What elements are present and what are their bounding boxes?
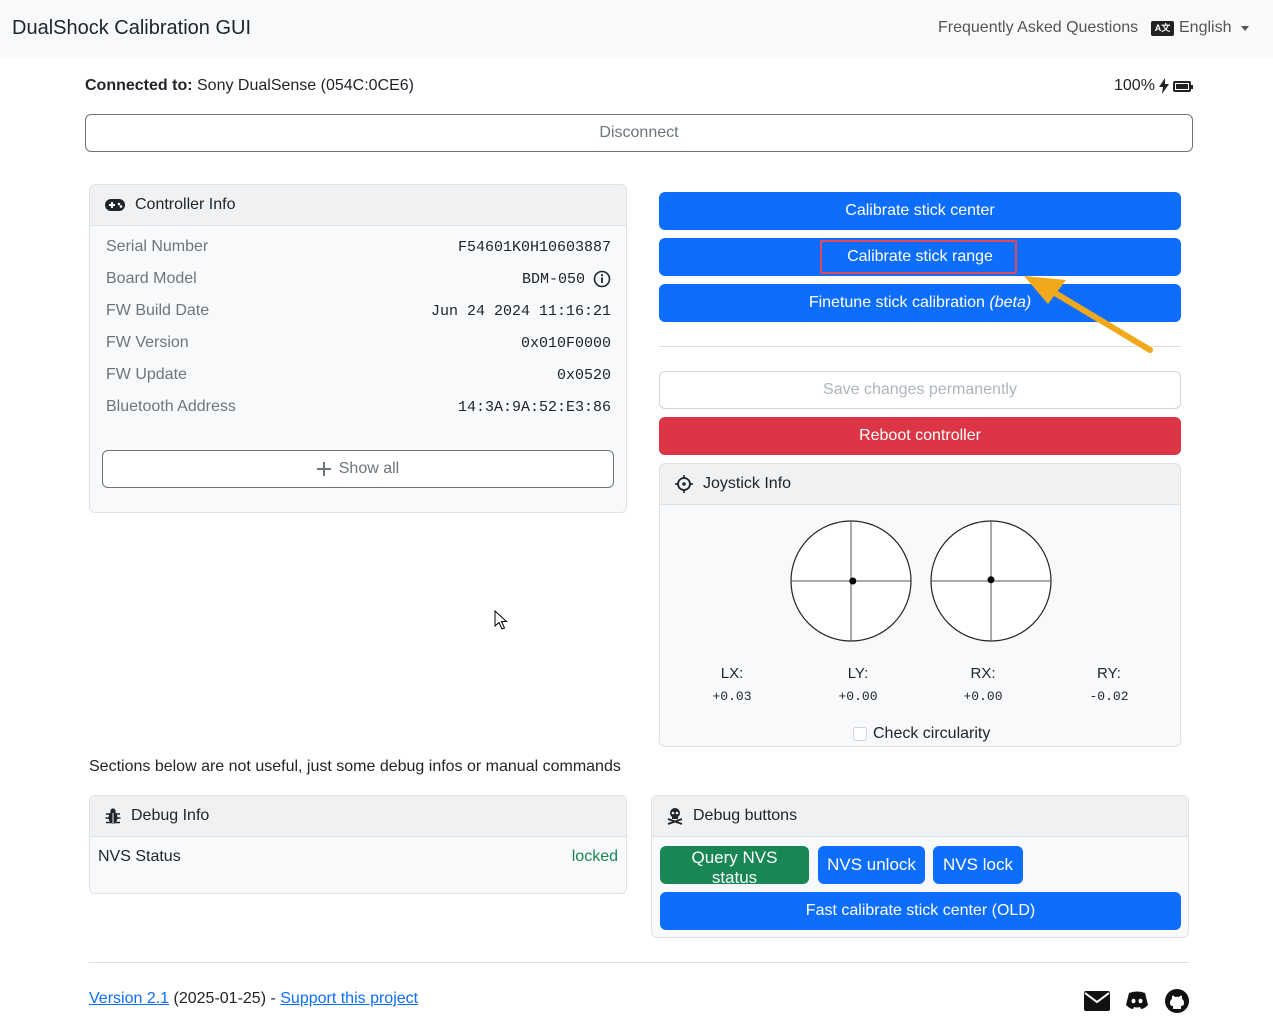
translate-icon: A文 xyxy=(1151,20,1174,36)
ry-label: RY: xyxy=(1097,665,1121,682)
nvs-status-value: locked xyxy=(571,848,618,865)
github-icon[interactable] xyxy=(1165,989,1189,1013)
bug-icon xyxy=(105,808,121,824)
connection-status: Connected to: Sony DualSense (054C:0CE6) xyxy=(85,77,414,95)
save-changes-button[interactable]: Save changes permanently xyxy=(659,371,1181,409)
rx-value: +0.00 xyxy=(963,689,1003,704)
info-row-serial: Serial Number F54601K0H10603887 xyxy=(106,235,611,259)
check-circularity-checkbox[interactable] xyxy=(853,727,867,741)
mouse-cursor-icon xyxy=(494,610,508,630)
info-row-fw-version: FW Version 0x010F0000 xyxy=(106,331,611,355)
rx-label: RX: xyxy=(970,665,996,682)
show-all-label: Show all xyxy=(338,460,400,477)
controller-info-title: Controller Info xyxy=(135,196,236,213)
info-label: FW Version xyxy=(106,334,189,351)
battery-percent: 100% xyxy=(1114,77,1155,94)
gamepad-icon xyxy=(105,199,125,211)
show-all-button[interactable]: Show all xyxy=(102,450,614,488)
skull-crossbones-icon xyxy=(667,808,683,825)
info-label: Bluetooth Address xyxy=(106,398,236,415)
debug-buttons-title: Debug buttons xyxy=(693,807,798,824)
language-dropdown[interactable]: A文 English xyxy=(1151,19,1250,37)
info-row-bluetooth-address: Bluetooth Address 14:3A:9A:52:E3:86 xyxy=(106,395,611,419)
reboot-controller-button[interactable]: Reboot controller xyxy=(659,417,1181,455)
navbar: DualShock Calibration GUI Frequently Ask… xyxy=(0,0,1273,58)
release-date: (2025-01-25) xyxy=(173,990,267,1007)
highlight-box xyxy=(820,240,1017,274)
footer-separator: - xyxy=(270,990,276,1007)
left-stick-position-dot xyxy=(849,577,857,585)
debug-buttons-header: Debug buttons xyxy=(652,796,1188,837)
connected-label: Connected to: xyxy=(85,77,193,94)
query-nvs-status-button[interactable]: Query NVS status xyxy=(660,846,809,887)
controller-info-header: Controller Info xyxy=(90,185,626,226)
joystick-info-card: Joystick Info LX: LY: RX: RY: +0.03 +0.0… xyxy=(659,463,1181,747)
support-link[interactable]: Support this project xyxy=(280,990,418,1007)
debug-info-card: Debug Info NVS Status locked xyxy=(89,795,627,894)
debug-note: Sections below are not useful, just some… xyxy=(89,758,621,775)
battery-status: 100% xyxy=(1114,77,1193,95)
joystick-info-title: Joystick Info xyxy=(703,475,792,492)
joystick-info-header: Joystick Info xyxy=(660,464,1180,505)
language-label: English xyxy=(1179,19,1232,36)
version-link[interactable]: Version 2.1 xyxy=(89,990,169,1007)
discord-icon[interactable] xyxy=(1125,990,1149,1012)
chevron-down-icon xyxy=(1241,25,1250,31)
ly-label: LY: xyxy=(847,665,869,682)
debug-buttons-card: Debug buttons Query NVS status NVS unloc… xyxy=(651,795,1189,938)
info-circle-icon[interactable] xyxy=(593,270,611,288)
app-title[interactable]: DualShock Calibration GUI xyxy=(12,17,251,40)
check-circularity-label: Check circularity xyxy=(873,725,991,742)
nvs-status-label: NVS Status xyxy=(98,848,181,865)
battery-icon xyxy=(1172,80,1193,92)
crosshair-icon xyxy=(675,475,693,493)
nvs-lock-button[interactable]: NVS lock xyxy=(933,846,1023,884)
info-value: F54601K0H10603887 xyxy=(457,238,611,256)
info-value: 0x0520 xyxy=(556,366,611,384)
debug-info-header: Debug Info xyxy=(90,796,626,837)
info-value-with-icon: BDM-050 xyxy=(522,270,611,288)
battery-level-fill xyxy=(1175,83,1188,89)
ly-value: +0.00 xyxy=(838,689,878,704)
finetune-label: Finetune stick calibration xyxy=(808,294,985,311)
annotation-arrow-icon xyxy=(1024,276,1153,353)
disconnect-button[interactable]: Disconnect xyxy=(85,114,1193,152)
faq-link[interactable]: Frequently Asked Questions xyxy=(938,19,1138,37)
info-value: Jun 24 2024 11:16:21 xyxy=(430,302,611,320)
footer-text: Version 2.1 (2025-01-25) - Support this … xyxy=(89,990,418,1008)
info-label: FW Build Date xyxy=(106,302,210,319)
lx-value: +0.03 xyxy=(712,689,752,704)
left-stick-plot xyxy=(790,520,912,642)
email-icon[interactable] xyxy=(1084,991,1110,1011)
info-row-board-model: Board Model BDM-050 xyxy=(106,267,611,291)
info-label: FW Update xyxy=(106,366,187,383)
info-row-fw-update: FW Update 0x0520 xyxy=(106,363,611,387)
device-name: Sony DualSense (054C:0CE6) xyxy=(197,77,415,94)
board-model-value: BDM-050 xyxy=(521,270,585,288)
info-label: Serial Number xyxy=(106,238,209,255)
info-value: 14:3A:9A:52:E3:86 xyxy=(457,398,611,416)
controller-info-card: Controller Info Serial Number F54601K0H1… xyxy=(89,184,627,513)
fast-calibrate-stick-center-button[interactable]: Fast calibrate stick center (OLD) xyxy=(660,892,1181,930)
info-row-fw-build-date: FW Build Date Jun 24 2024 11:16:21 xyxy=(106,299,611,323)
lx-label: LX: xyxy=(720,665,744,682)
nvs-unlock-button[interactable]: NVS unlock xyxy=(818,846,925,884)
charging-bolt-icon xyxy=(1158,78,1169,94)
plus-icon xyxy=(316,462,331,476)
info-label: Board Model xyxy=(106,270,197,287)
info-value: 0x010F0000 xyxy=(520,334,611,352)
check-circularity-control[interactable]: Check circularity xyxy=(853,725,990,743)
ry-value: -0.02 xyxy=(1089,689,1129,704)
footer-divider xyxy=(89,962,1189,963)
right-stick-position-dot xyxy=(987,576,995,584)
debug-info-title: Debug Info xyxy=(131,807,210,824)
nvs-status-row: NVS Status locked xyxy=(98,848,618,866)
calibrate-stick-center-button[interactable]: Calibrate stick center xyxy=(659,192,1181,230)
right-stick-plot xyxy=(930,520,1052,642)
